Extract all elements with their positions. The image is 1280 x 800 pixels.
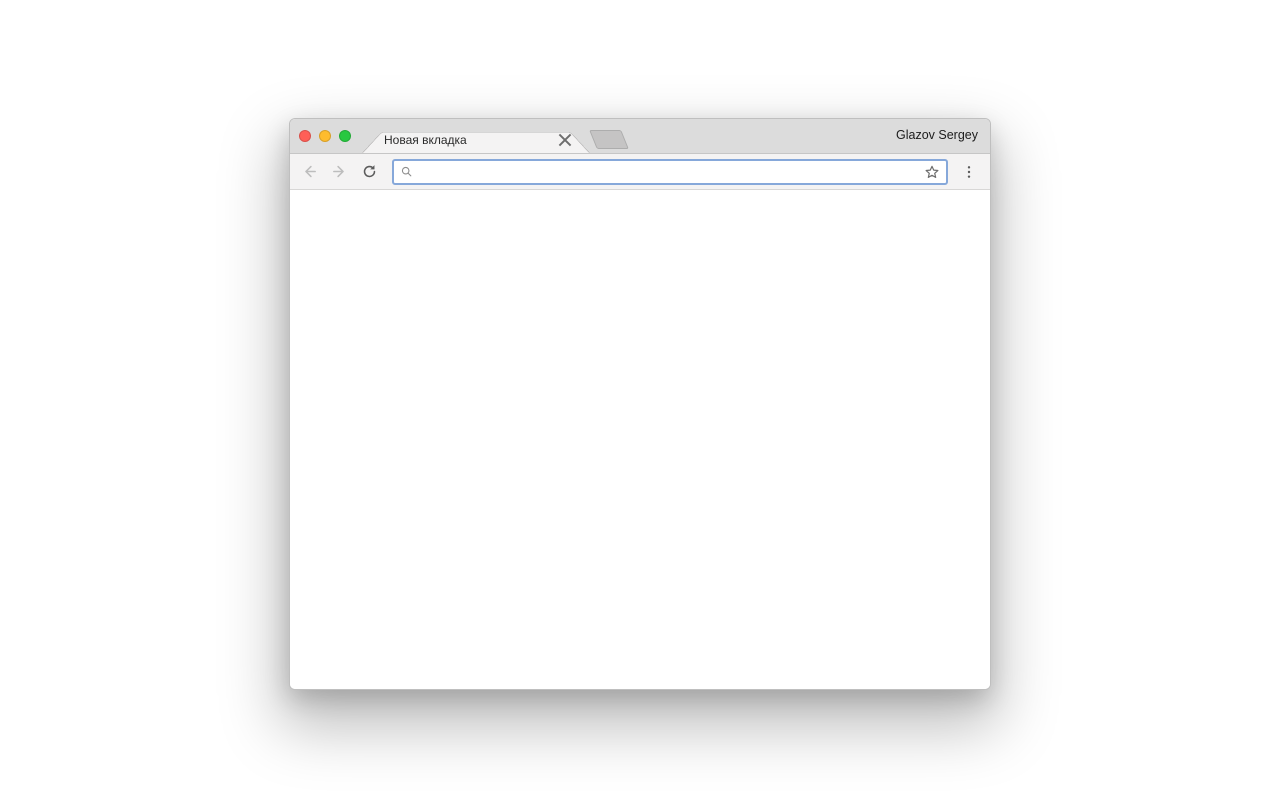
bookmark-star-icon[interactable] (924, 164, 940, 180)
tab-strip: Новая вкладка Glazov Sergey (290, 119, 990, 154)
toolbar (290, 154, 990, 190)
tab-title: Новая вкладка (384, 133, 554, 147)
profile-button[interactable]: Glazov Sergey (896, 128, 978, 142)
tab-active[interactable]: Новая вкладка (362, 126, 590, 153)
back-button[interactable] (296, 159, 322, 185)
menu-button[interactable] (956, 159, 982, 185)
new-tab-button[interactable] (589, 130, 629, 149)
reload-icon (361, 163, 378, 180)
window-close-button[interactable] (299, 130, 311, 142)
page-viewport (290, 190, 990, 690)
forward-button[interactable] (326, 159, 352, 185)
window-zoom-button[interactable] (339, 130, 351, 142)
tab-content: Новая вкладка (362, 126, 590, 153)
tab-close-button[interactable] (558, 133, 572, 147)
window-minimize-button[interactable] (319, 130, 331, 142)
arrow-right-icon (331, 163, 348, 180)
close-icon (558, 133, 572, 147)
window-controls (299, 130, 351, 142)
reload-button[interactable] (356, 159, 382, 185)
arrow-left-icon (301, 163, 318, 180)
address-input[interactable] (413, 164, 924, 179)
browser-window: Новая вкладка Glazov Sergey (289, 118, 991, 690)
search-icon (400, 165, 413, 178)
more-vertical-icon (961, 164, 977, 180)
address-bar[interactable] (392, 159, 948, 185)
